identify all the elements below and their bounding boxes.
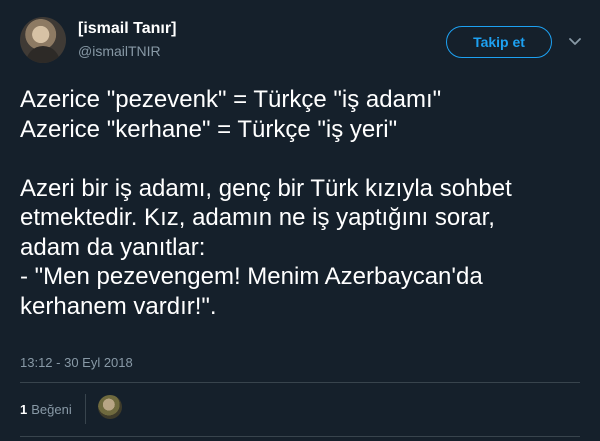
divider-top <box>20 382 580 383</box>
like-count: 1 <box>20 402 28 417</box>
tweet-card: [ismail Tanır] @ismailTNIR Takip et Azer… <box>0 0 600 441</box>
divider-bottom <box>20 436 580 437</box>
vertical-divider <box>85 394 86 424</box>
tweet-text: Azerice "pezevenk" = Türkçe "iş adamı" A… <box>20 85 580 321</box>
liker-avatar[interactable] <box>98 395 122 419</box>
likes-summary[interactable]: 1 Beğeni <box>20 402 72 417</box>
tweet-line: - "Men pezevengem! Menim Azerbaycan'da <box>20 263 483 290</box>
tweet-line: Azerice "pezevenk" = Türkçe "iş adamı" <box>20 86 442 113</box>
tweet-line: adam da yanıtlar: <box>20 233 206 261</box>
tweet-paragraph-gap <box>20 144 580 174</box>
chevron-down-icon[interactable] <box>566 33 584 51</box>
avatar-figure <box>26 46 60 63</box>
author-display-name[interactable]: [ismail Tanır] <box>78 20 176 38</box>
tweet-line: etmektedir. Kız, adamın ne iş yaptığını … <box>20 204 495 231</box>
like-label: Beğeni <box>31 402 72 417</box>
tweet-line: kerhanem vardır!". <box>20 292 217 320</box>
author-handle[interactable]: @ismailTNIR <box>78 43 161 59</box>
follow-button[interactable]: Takip et <box>446 26 552 58</box>
tweet-line: Azerice "kerhane" = Türkçe "iş yeri" <box>20 115 398 143</box>
author-avatar[interactable] <box>20 17 66 63</box>
tweet-timestamp[interactable]: 13:12 - 30 Eyl 2018 <box>20 355 133 370</box>
tweet-line: Azeri bir iş adamı, genç bir Türk kızıyl… <box>20 174 512 202</box>
